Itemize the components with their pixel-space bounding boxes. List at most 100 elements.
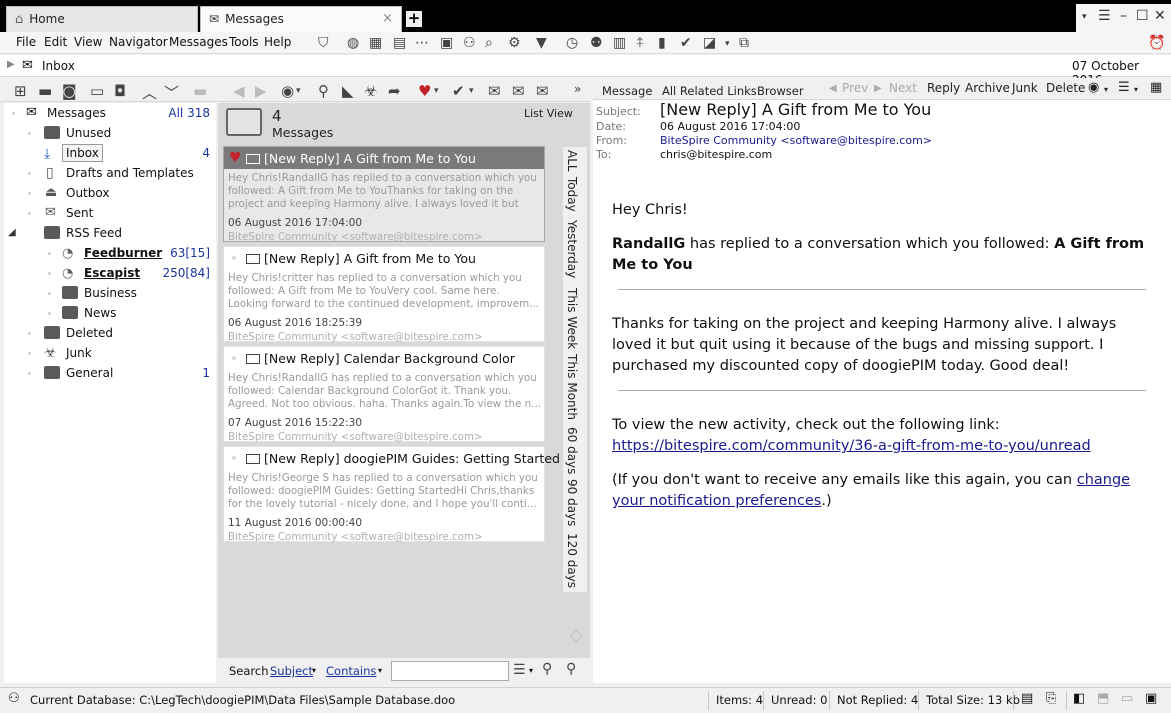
- chevron-down-icon[interactable]: ▾: [529, 666, 533, 675]
- tag-icon[interactable]: ◣: [342, 82, 354, 100]
- date-tab-yesterday[interactable]: Yesterday: [565, 220, 579, 278]
- folder-item-rss-feed[interactable]: ◢ RSS Feed: [4, 223, 216, 243]
- reply-mail-icon[interactable]: ✉: [512, 82, 525, 100]
- print-icon[interactable]: ▭: [90, 82, 104, 100]
- alarm-icon[interactable]: ⏰: [1148, 35, 1165, 51]
- forward-mail-icon[interactable]: ✉: [536, 82, 549, 100]
- close-window-icon[interactable]: ✕: [1154, 8, 1166, 24]
- inbox-check-icon[interactable]: ✔: [680, 35, 692, 51]
- folder-root-messages[interactable]: ✉ Messages All 318: [4, 103, 216, 123]
- calculator-icon[interactable]: ▣: [440, 35, 453, 51]
- folder-item-business[interactable]: Business: [4, 283, 216, 303]
- list-item[interactable]: [New Reply] doogiePIM Guides: Getting St…: [223, 446, 560, 543]
- folder-item-escapist[interactable]: ◔ Escapist 250[84]: [4, 263, 216, 283]
- more-toolbar-icon[interactable]: »: [574, 82, 581, 96]
- clipboard-icon[interactable]: ▥: [613, 35, 626, 51]
- folder-item-feedburner[interactable]: ◔ Feedburner 63[15]: [4, 243, 216, 263]
- folder-item-news[interactable]: News: [4, 303, 216, 323]
- junk-button[interactable]: Junk: [1012, 81, 1038, 95]
- chevron-down-icon[interactable]: ▾: [312, 666, 316, 675]
- menu-icon[interactable]: ☰: [1098, 8, 1111, 24]
- collapse-icon[interactable]: ︿: [142, 82, 157, 103]
- layout-full-icon[interactable]: ▣: [1145, 691, 1157, 706]
- gear-icon[interactable]: ⚙: [508, 35, 521, 51]
- reply-button[interactable]: Reply: [927, 81, 960, 95]
- eye-icon[interactable]: ◉: [1088, 80, 1099, 95]
- tab-all-related-links[interactable]: All Related Links: [662, 84, 757, 98]
- tab-home[interactable]: ⌂ Home: [6, 6, 198, 32]
- shield-icon[interactable]: ⛉: [318, 35, 329, 51]
- archive-button[interactable]: Archive: [965, 81, 1010, 95]
- mark-icon[interactable]: ✔: [452, 82, 465, 100]
- menu-edit[interactable]: Edit: [44, 35, 67, 49]
- layout-left-icon[interactable]: ◧: [1073, 691, 1085, 706]
- dropdown-icon[interactable]: ▾: [1082, 12, 1087, 22]
- layout-icon[interactable]: ⧉: [739, 35, 749, 51]
- list-options-icon[interactable]: ☰: [513, 662, 526, 678]
- list-item[interactable]: [New Reply] Calendar Background Color He…: [223, 346, 545, 443]
- collapse-arrow-icon[interactable]: ◢: [8, 223, 16, 243]
- menu-icon[interactable]: ☰: [1118, 80, 1130, 95]
- folder-item-inbox[interactable]: ⤓ Inbox 4: [4, 143, 216, 163]
- date-tab-today[interactable]: Today: [565, 177, 579, 212]
- tab-message[interactable]: Message: [602, 84, 652, 98]
- tab-messages[interactable]: ✉ Messages ×: [200, 6, 402, 32]
- list-item[interactable]: [New Reply] A Gift from Me to You Hey Ch…: [223, 246, 545, 343]
- export-icon[interactable]: ◪: [703, 35, 716, 51]
- junk-icon[interactable]: ☣: [364, 82, 377, 100]
- folder-item-junk[interactable]: ☣ Junk: [4, 343, 216, 363]
- scroll-arrows-icon[interactable]: ◇: [570, 625, 582, 644]
- read-mail-icon[interactable]: ✉: [488, 82, 501, 100]
- add-tab-button[interactable]: +: [406, 11, 422, 27]
- delete-button[interactable]: Delete: [1046, 81, 1085, 95]
- tab-browser[interactable]: Browser: [757, 84, 804, 98]
- users-icon[interactable]: ⚉: [590, 35, 603, 51]
- move-icon[interactable]: ➦: [388, 82, 401, 100]
- filter-icon[interactable]: ⚲: [318, 82, 329, 100]
- grid-icon[interactable]: ▦: [369, 35, 382, 51]
- camera-icon[interactable]: ◘: [114, 82, 126, 100]
- bottle-icon[interactable]: ▮: [658, 35, 666, 51]
- folder-item-sent[interactable]: ✉ Sent: [4, 203, 216, 223]
- search-input[interactable]: [391, 661, 509, 681]
- folder-item-general[interactable]: General 1: [4, 363, 216, 383]
- chevron-down-icon[interactable]: ▾: [1104, 85, 1108, 94]
- heart-dropdown-icon[interactable]: ▾: [434, 86, 439, 96]
- attachment-icon[interactable]: ⎘: [1046, 691, 1056, 706]
- new-icon[interactable]: ⊞: [14, 82, 27, 100]
- date-tab-this-month[interactable]: This Month: [565, 354, 579, 420]
- chevron-down-icon[interactable]: ▾: [378, 666, 382, 675]
- search-icon[interactable]: ⚲: [542, 661, 552, 677]
- notes-icon[interactable]: ▤: [1021, 691, 1033, 706]
- search-list-icon[interactable]: ⌕: [485, 35, 493, 51]
- menu-tools[interactable]: Tools: [229, 35, 259, 49]
- date-tab-all[interactable]: ALL: [565, 150, 579, 172]
- rss-icon[interactable]: ◙: [62, 82, 77, 100]
- minimize-icon[interactable]: –: [1120, 8, 1127, 24]
- menu-messages[interactable]: Messages: [169, 35, 228, 49]
- activity-link[interactable]: https://bitespire.com/community/36-a-gif…: [612, 438, 1091, 454]
- eye-icon[interactable]: ◉: [281, 82, 294, 100]
- list-view-button[interactable]: List View: [524, 107, 573, 120]
- heart-icon[interactable]: ♥: [229, 150, 242, 166]
- date-tab-this-week[interactable]: This Week: [565, 288, 579, 349]
- more-icon[interactable]: ⋯: [415, 35, 429, 51]
- heart-icon[interactable]: ♥: [418, 82, 431, 100]
- folder-item-deleted[interactable]: Deleted: [4, 323, 216, 343]
- calendar-icon[interactable]: ▦: [1150, 80, 1162, 95]
- layout-none-icon[interactable]: ▭: [1121, 691, 1133, 706]
- folder-item-unused[interactable]: Unused: [4, 123, 216, 143]
- menu-help[interactable]: Help: [264, 35, 291, 49]
- open-folder-icon[interactable]: ▬: [38, 82, 52, 100]
- advanced-search-icon[interactable]: ⚲: [566, 661, 576, 677]
- pin-icon[interactable]: ▶: [7, 59, 15, 70]
- eye-dropdown-icon[interactable]: ▾: [296, 86, 301, 96]
- menu-view[interactable]: View: [74, 35, 102, 49]
- folder-item-outbox[interactable]: ⏏ Outbox: [4, 183, 216, 203]
- search-field-select[interactable]: Subject: [270, 664, 313, 678]
- date-tab-60-days[interactable]: 60 days: [565, 427, 579, 474]
- comment-icon[interactable]: ▼: [536, 35, 547, 51]
- mark-dropdown-icon[interactable]: ▾: [469, 86, 474, 96]
- document-icon[interactable]: ▤: [393, 35, 406, 51]
- date-tab-90-days[interactable]: 90 days: [565, 479, 579, 526]
